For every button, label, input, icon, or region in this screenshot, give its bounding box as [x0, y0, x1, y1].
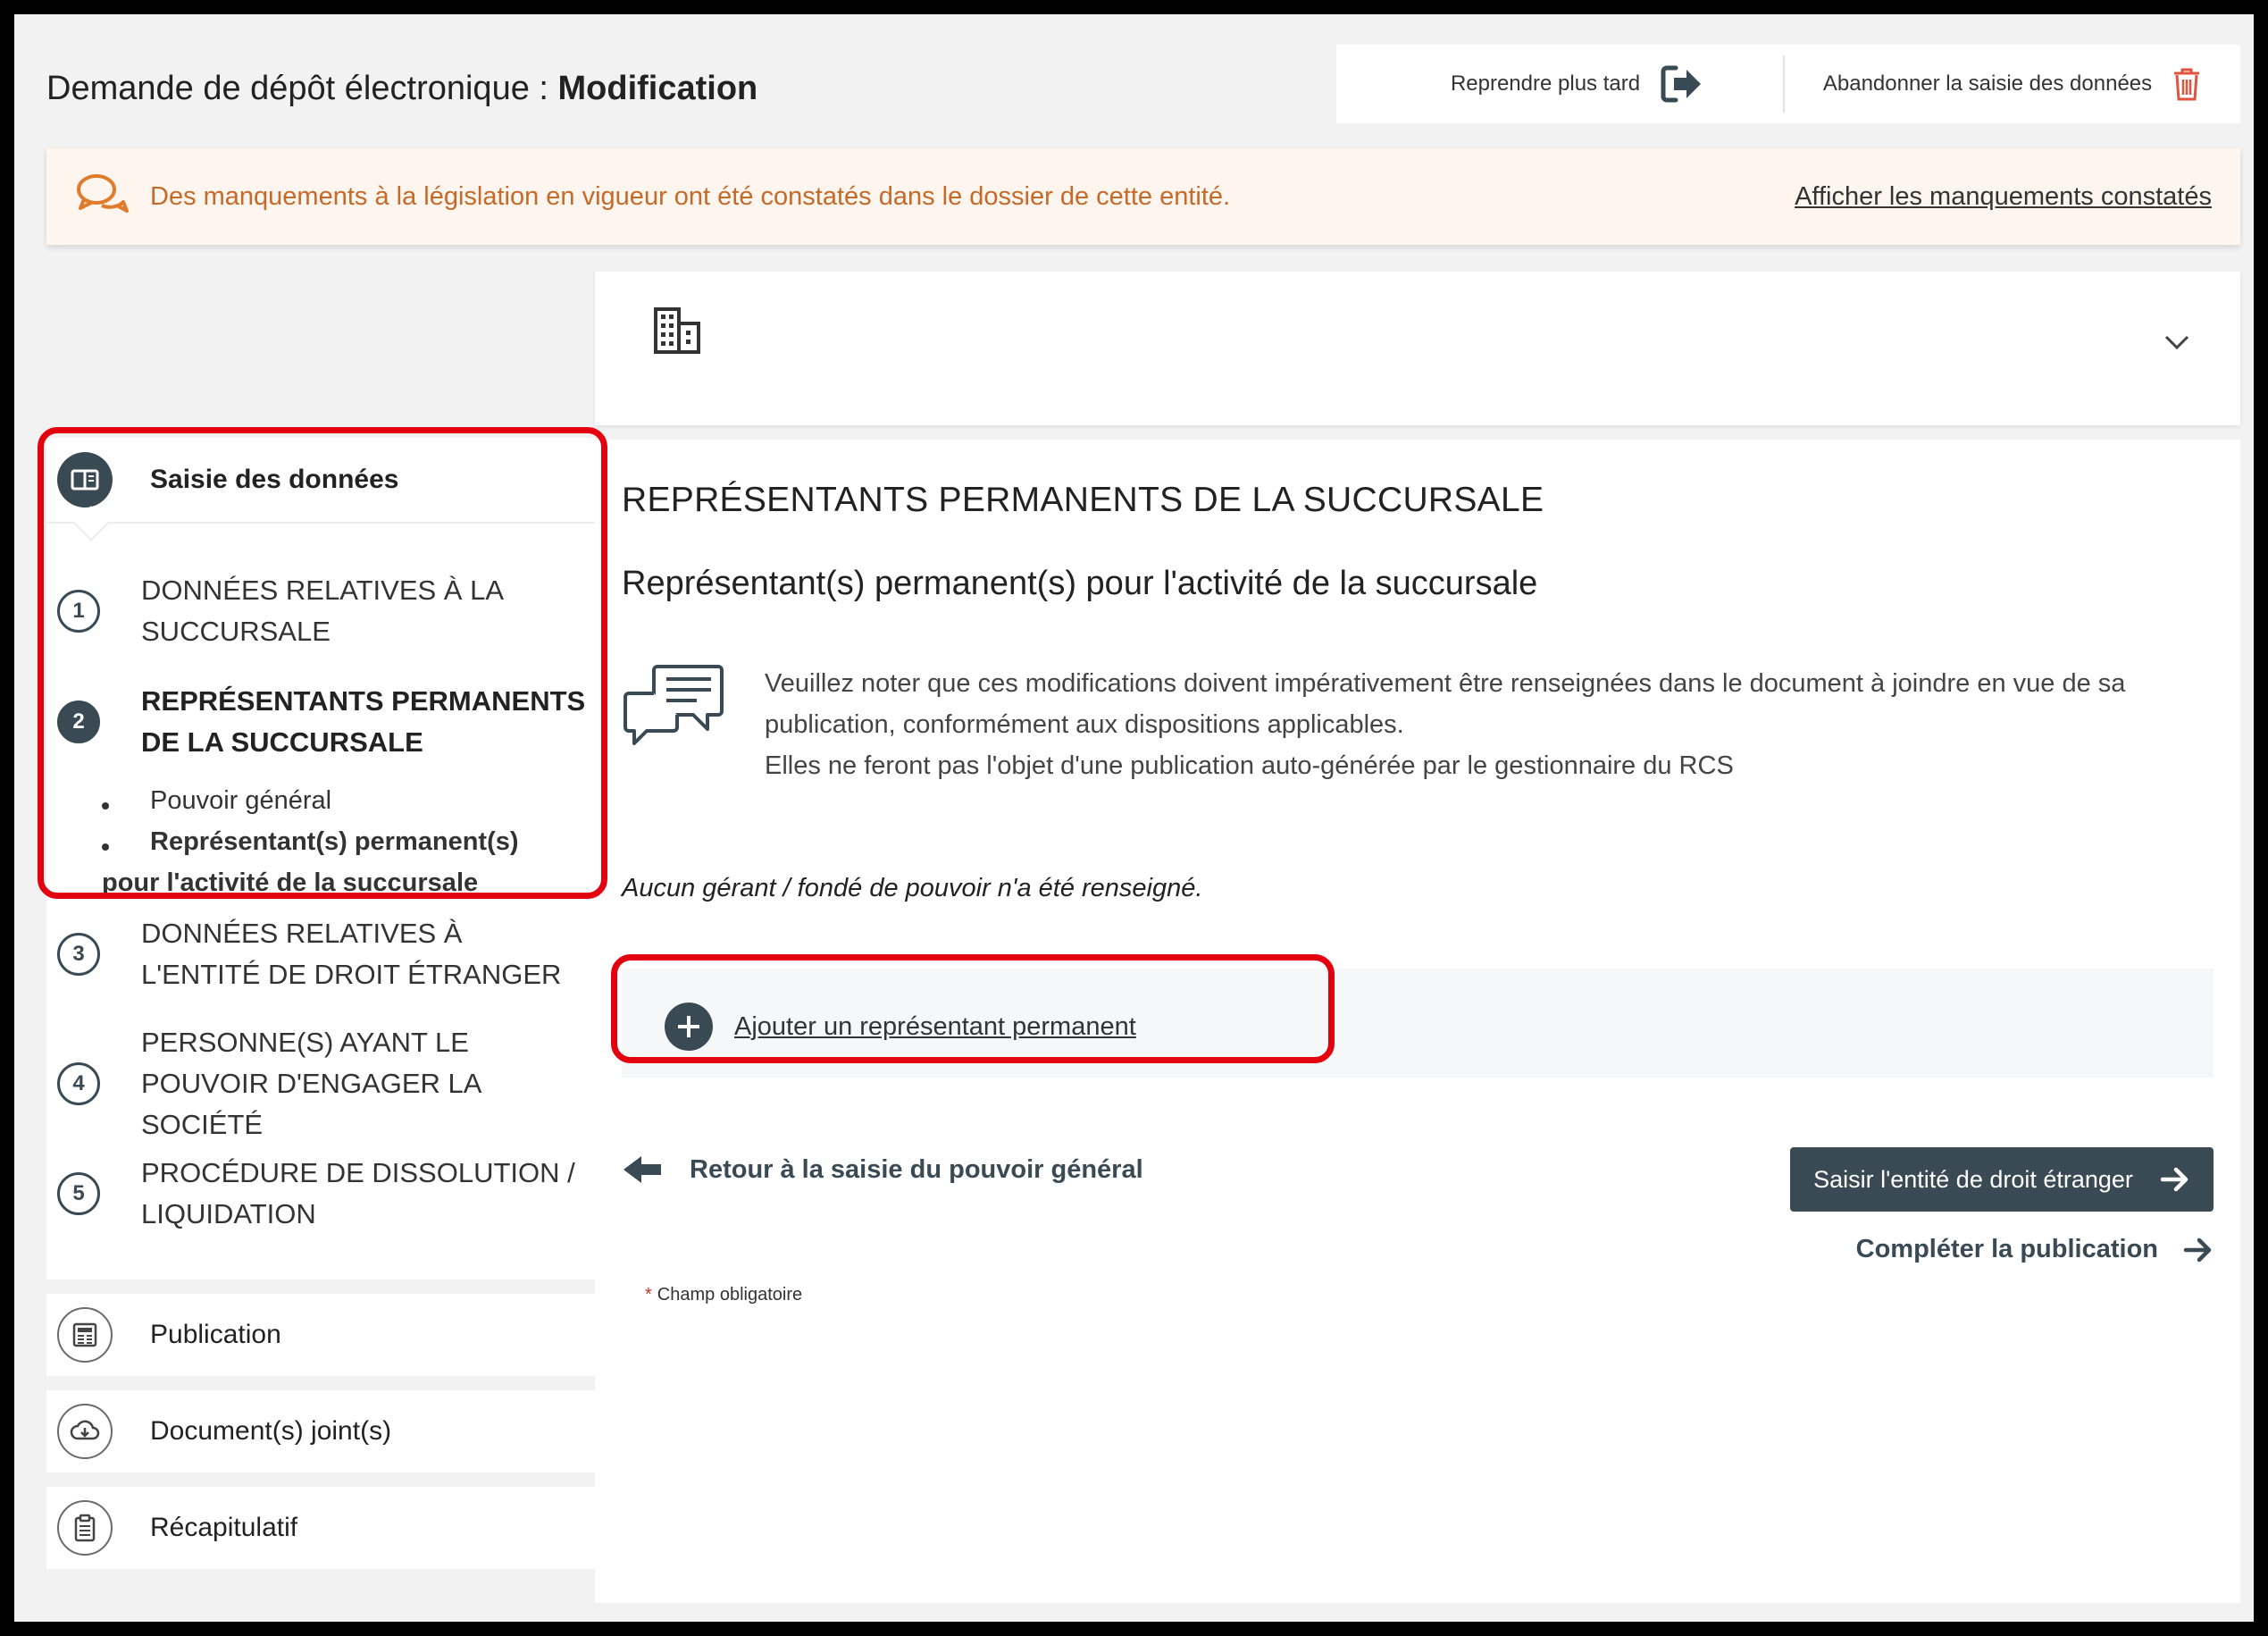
data-entry-panel: Saisie des données 1 DONNÉES RELATIVES À…: [46, 438, 595, 1279]
required-star: *: [645, 1285, 652, 1305]
section-subtitle: Représentant(s) permanent(s) pour l'acti…: [622, 565, 1538, 602]
header-notch: [73, 506, 109, 541]
add-representative-label: Ajouter un représentant permanent: [734, 1011, 1136, 1041]
required-label: Champ obligatoire: [657, 1285, 803, 1305]
complete-publication-label: Compléter la publication: [1855, 1235, 2158, 1263]
step-3-label: DONNÉES RELATIVES À L'ENTITÉ DE DROIT ÉT…: [141, 918, 562, 990]
trash-icon: [2174, 68, 2200, 101]
complete-publication-link[interactable]: Compléter la publication: [1856, 1235, 2214, 1264]
cloud-download-icon: [57, 1404, 113, 1459]
step-5-label: PROCÉDURE DE DISSOLUTION / LIQUIDATION: [141, 1157, 575, 1229]
step-1[interactable]: 1 DONNÉES RELATIVES À LA SUCCURSALE: [57, 570, 588, 652]
data-entry-header[interactable]: Saisie des données: [46, 438, 595, 541]
step-1-number: 1: [57, 590, 100, 633]
header-actions: Reprendre plus tard Abandonner la saisie…: [1336, 45, 2240, 123]
substep-permanent-reps[interactable]: Représentant(s) permanent(s): [150, 827, 519, 857]
resume-later-label: Reprendre plus tard: [1450, 71, 1641, 96]
sidebar-item-summary[interactable]: Récapitulatif: [46, 1487, 595, 1569]
show-violations-link[interactable]: Afficher les manquements constatés: [1795, 182, 2212, 212]
publication-label: Publication: [150, 1320, 281, 1349]
app-frame: Demande de dépôt électronique : Modifica…: [14, 14, 2254, 1622]
arrow-right-icon: [2160, 1167, 2188, 1192]
page-title-prefix: Demande de dépôt électronique :: [46, 70, 558, 107]
page-title-bold: Modification: [557, 70, 758, 107]
step-1-label: DONNÉES RELATIVES À LA SUCCURSALE: [141, 575, 503, 647]
required-field-note: * Champ obligatoire: [645, 1285, 802, 1305]
abandon-label: Abandonner la saisie des données: [1822, 71, 2153, 96]
bullet: [102, 802, 109, 810]
bullet: [102, 843, 109, 851]
violations-alert: Des manquements à la législation en vigu…: [46, 148, 2240, 245]
step-3[interactable]: 3 DONNÉES RELATIVES À L'ENTITÉ DE DROIT …: [57, 913, 588, 995]
note-line-1: Veuillez noter que ces modifications doi…: [765, 669, 2126, 698]
step-4-number: 4: [57, 1062, 100, 1105]
newspaper-icon: [57, 1307, 113, 1363]
main-content: REPRÉSENTANTS PERMANENTS DE LA SUCCURSAL…: [595, 440, 2240, 1603]
alert-text: Des manquements à la législation en vigu…: [150, 181, 1231, 211]
sidebar-item-documents[interactable]: Document(s) joint(s): [46, 1390, 595, 1472]
back-link[interactable]: Retour à la saisie du pouvoir général: [622, 1154, 1143, 1185]
resume-later-button[interactable]: Reprendre plus tard: [1336, 45, 1783, 123]
step-5[interactable]: 5 PROCÉDURE DE DISSOLUTION / LIQUIDATION: [57, 1153, 588, 1235]
empty-state-text: Aucun gérant / fondé de pouvoir n'a été …: [622, 874, 1203, 902]
documents-label: Document(s) joint(s): [150, 1416, 392, 1446]
step-4-label: PERSONNE(S) AYANT LE POUVOIR D'ENGAGER L…: [141, 1027, 481, 1140]
step-2-number: 2: [57, 701, 100, 743]
add-representative-row: Ajouter un représentant permanent: [622, 969, 2214, 1078]
arrow-right-icon: [2183, 1237, 2212, 1262]
chevron-down-icon[interactable]: [2163, 334, 2190, 350]
back-label: Retour à la saisie du pouvoir général: [690, 1154, 1143, 1184]
note-line-2: publication, conformément aux dispositio…: [765, 710, 1404, 739]
section-title: REPRÉSENTANTS PERMANENTS DE LA SUCCURSAL…: [622, 481, 1544, 519]
sidebar-item-publication[interactable]: Publication: [46, 1294, 595, 1376]
step-4[interactable]: 4 PERSONNE(S) AYANT LE POUVOIR D'ENGAGER…: [57, 1022, 516, 1145]
abandon-button[interactable]: Abandonner la saisie des données: [1785, 45, 2240, 123]
exit-icon: [1661, 65, 1702, 103]
note-line-3: Elles ne feront pas l'objet d'une public…: [765, 751, 1734, 780]
arrow-left-icon: [623, 1156, 661, 1183]
entity-card: [595, 272, 2240, 425]
step-5-number: 5: [57, 1172, 100, 1215]
next-step-button[interactable]: Saisir l'entité de droit étranger: [1790, 1147, 2214, 1212]
plus-circle-icon: [665, 1003, 713, 1051]
step-2[interactable]: 2 REPRÉSENTANTS PERMANENTS DE LA SUCCURS…: [57, 681, 588, 763]
summary-label: Récapitulatif: [150, 1513, 298, 1542]
add-representative-button[interactable]: Ajouter un représentant permanent: [665, 1003, 1136, 1051]
substep-general-power[interactable]: Pouvoir général: [150, 786, 331, 816]
next-step-label: Saisir l'entité de droit étranger: [1813, 1165, 2133, 1193]
building-icon: [654, 307, 700, 354]
step-3-number: 3: [57, 933, 100, 976]
comments-icon: [623, 665, 724, 745]
page-title: Demande de dépôt électronique : Modifica…: [46, 70, 757, 108]
open-book-icon: [57, 452, 113, 508]
chat-bubbles-icon: [77, 174, 129, 213]
data-entry-label: Saisie des données: [150, 465, 399, 494]
sidebar: Saisie des données 1 DONNÉES RELATIVES À…: [46, 438, 595, 1569]
step-2-label: REPRÉSENTANTS PERMANENTS DE LA SUCCURSAL…: [141, 685, 586, 758]
substep-permanent-reps-cont[interactable]: pour l'activité de la succursale: [102, 868, 478, 898]
clipboard-icon: [57, 1500, 113, 1556]
